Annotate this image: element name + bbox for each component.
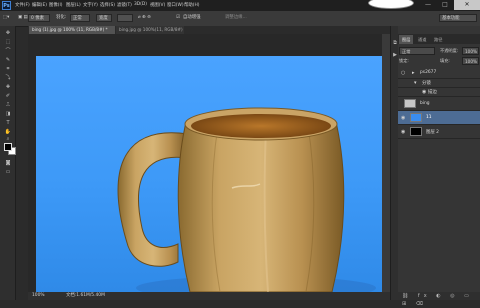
brush-tool-icon[interactable]: ✐ <box>3 93 13 100</box>
menu-help[interactable]: 帮助(H) <box>184 2 200 8</box>
fill-label: 填充: <box>440 58 450 63</box>
eyedropper-tool-icon[interactable]: ⤵ <box>3 75 13 82</box>
eye-icon[interactable]: ◉ <box>401 129 405 135</box>
menu-3d[interactable]: 3D(D) <box>134 2 147 7</box>
layer-name: 11 <box>426 115 432 120</box>
refine-edge-button[interactable]: 调整边缘... <box>225 14 247 22</box>
menu-type[interactable]: 文字(Y) <box>83 2 98 8</box>
auto-enhance-checkbox[interactable]: ☑ <box>176 14 180 22</box>
layer-thumbnail <box>404 99 416 108</box>
marquee-tool-icon[interactable]: ⬚ <box>3 39 13 46</box>
tab-layers[interactable]: 图层 <box>399 35 414 44</box>
hand-tool-icon[interactable]: ✋ <box>3 129 13 136</box>
mode-select[interactable]: 正常 <box>70 14 90 22</box>
feather-label: 羽化: <box>56 15 67 20</box>
screen-mode-icon[interactable]: ▭ <box>3 169 13 176</box>
fill-field[interactable]: 100% <box>462 57 479 65</box>
quick-mask-icon[interactable]: ◙ <box>3 160 13 167</box>
close-button[interactable]: ✕ <box>454 0 480 10</box>
layers-panel-footer[interactable]: ⛓ fx ◐ ◎ ▭ ⊞ ⌫ <box>398 292 480 307</box>
foreground-color-swatch[interactable] <box>4 143 12 151</box>
tab-channels[interactable]: 通道 <box>415 35 429 44</box>
menu-select[interactable]: 选择(S) <box>100 2 115 8</box>
blend-mode-select[interactable]: 正常 <box>399 47 435 55</box>
menu-view[interactable]: 视图(V) <box>150 2 165 8</box>
opacity-label: 不透明度: <box>440 48 459 53</box>
tab-bing[interactable]: bing.jpg @ 100%(11, RGB/8#) <box>116 26 184 34</box>
layer-thumbnail <box>410 127 422 136</box>
menu-filter[interactable]: 滤镜(T) <box>117 2 132 8</box>
crop-tool-icon[interactable]: ⌗ <box>3 66 13 73</box>
workspace-select[interactable]: 基本功能 <box>439 14 477 22</box>
brush-icons[interactable]: ⌀ ⊕ ⊖ <box>138 14 151 22</box>
lock-label: 锁定: <box>399 58 409 63</box>
lasso-tool-icon[interactable]: ⌒ <box>3 48 13 55</box>
layer-row[interactable]: ▾ 分镜 <box>398 79 480 88</box>
zoom-level[interactable]: 100% <box>32 292 45 300</box>
opacity-field[interactable]: 100% <box>462 47 479 55</box>
tab-bing-1[interactable]: bing (1).jpg @ 100% (11, RGB/8#) * <box>29 26 115 34</box>
layer-row[interactable]: ◉ 图层 2 <box>398 125 480 139</box>
eye-icon[interactable]: ○ <box>401 70 405 76</box>
maximize-button[interactable]: □ <box>437 0 453 10</box>
layer-row-selected[interactable]: ◉ 11 <box>398 111 480 125</box>
layer-name: 描边 <box>428 90 437 95</box>
eraser-tool-icon[interactable]: ◨ <box>3 111 13 118</box>
eye-icon[interactable]: ◉ <box>401 115 405 121</box>
auto-enhance-label: 自动增强 <box>183 15 201 20</box>
width-field[interactable]: 宽度 <box>96 14 112 22</box>
folder-icon: ▸ <box>412 70 415 76</box>
effect-icon: ◉ <box>422 89 427 95</box>
chevron-down-icon: ▾ <box>414 80 417 86</box>
vertical-scrollbar[interactable] <box>382 34 390 292</box>
healing-tool-icon[interactable]: ✚ <box>3 84 13 91</box>
height-field[interactable] <box>117 14 133 22</box>
layer-row[interactable]: bing <box>398 97 480 111</box>
quick-select-tool-icon[interactable]: ✎ <box>3 57 13 64</box>
feather-field[interactable]: 0 像素 <box>28 14 50 22</box>
menu-file[interactable]: 文件(F) <box>15 2 30 8</box>
layer-thumbnail <box>410 113 422 122</box>
menu-edit[interactable]: 编辑(E) <box>32 2 47 8</box>
layer-row[interactable]: ○ ▸ ps2677 <box>398 68 480 79</box>
layer-row[interactable]: ◉ 描边 <box>398 88 480 97</box>
zoom-tool-icon[interactable]: ⌕ <box>3 136 13 143</box>
tool-preset-icon[interactable]: ⬚▾ <box>3 14 9 22</box>
image-canvas[interactable] <box>36 56 382 292</box>
layer-name: ps2677 <box>420 70 437 75</box>
mug-photo <box>117 107 376 292</box>
photoshop-logo: Ps <box>2 1 11 10</box>
tab-paths[interactable]: 路径 <box>431 35 445 44</box>
layer-name: 图层 2 <box>426 130 439 135</box>
menu-image[interactable]: 图像(I) <box>49 2 63 8</box>
menu-layer[interactable]: 图层(L) <box>66 2 81 8</box>
document-info[interactable]: 文档:1.61M/5.40M <box>66 292 105 300</box>
menu-window[interactable]: 窗口(W) <box>167 2 184 8</box>
move-tool-icon[interactable]: ✥ <box>3 30 13 37</box>
layer-name: bing <box>420 101 430 106</box>
layer-name: 分镜 <box>422 81 431 86</box>
minimize-button[interactable]: — <box>420 0 436 10</box>
text-tool-icon[interactable]: T <box>3 120 13 127</box>
stamp-tool-icon[interactable]: ⎍ <box>3 102 13 109</box>
